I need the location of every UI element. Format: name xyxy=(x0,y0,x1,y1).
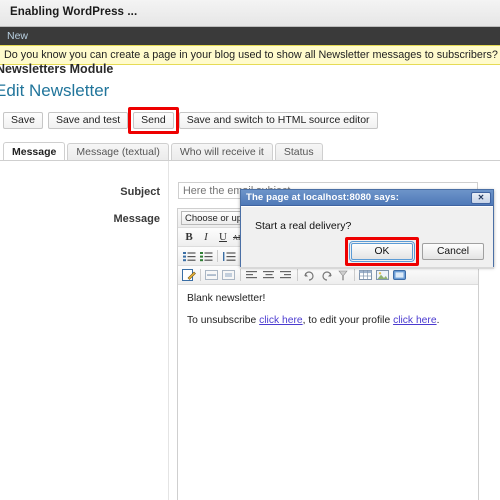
edit-html-icon[interactable] xyxy=(181,268,197,283)
browser-title: Enabling WordPress ... xyxy=(10,6,138,18)
dialog-titlebar: The page at localhost:8080 says: ✕ xyxy=(241,190,493,206)
dialog-title: The page at localhost:8080 says: xyxy=(246,192,400,203)
align-center-icon[interactable] xyxy=(261,268,277,283)
dialog-button-row: OK Cancel xyxy=(345,237,484,266)
subject-label: Subject xyxy=(120,186,160,198)
ok-button[interactable]: OK xyxy=(349,241,415,262)
send-button-wrapper: Send xyxy=(128,107,179,134)
ok-button-wrapper: OK xyxy=(345,237,419,266)
unsubscribe-text-prefix: To unsubscribe xyxy=(187,314,260,326)
dialog-body: Start a real delivery? OK Cancel xyxy=(241,206,493,267)
bulleted-list-icon[interactable] xyxy=(181,249,197,264)
insert-page-break-icon[interactable] xyxy=(221,268,237,283)
unsubscribe-link[interactable]: click here xyxy=(259,315,303,326)
bold-icon[interactable]: B xyxy=(181,230,197,245)
profile-text-mid: , to edit your profile xyxy=(302,314,394,326)
page-title: Edit Newsletter xyxy=(0,81,110,100)
tab-underline xyxy=(0,160,500,161)
form-column-divider xyxy=(168,161,169,500)
dialog-shadow-strip xyxy=(240,267,494,269)
insert-image-icon[interactable] xyxy=(375,268,391,283)
editor-paragraph-2: To unsubscribe click here, to edit your … xyxy=(187,314,469,329)
close-icon[interactable]: ✕ xyxy=(471,191,491,204)
confirm-dialog: The page at localhost:8080 says: ✕ Start… xyxy=(240,189,494,267)
cancel-button[interactable]: Cancel xyxy=(422,243,484,260)
send-button[interactable]: Send xyxy=(133,112,174,129)
undo-icon[interactable] xyxy=(301,268,317,283)
editor-paragraph-1: Blank newsletter! xyxy=(187,293,266,304)
insert-media-icon[interactable] xyxy=(392,268,408,283)
save-and-test-button[interactable]: Save and test xyxy=(47,112,129,129)
tab-strip: Message Message (textual) Who will recei… xyxy=(3,142,325,161)
save-and-switch-to-html-button[interactable]: Save and switch to HTML source editor xyxy=(178,112,378,129)
align-right-icon[interactable] xyxy=(278,268,294,283)
toolbar-separator xyxy=(200,269,201,281)
toolbar-separator xyxy=(354,269,355,281)
save-button[interactable]: Save xyxy=(3,112,43,129)
toolbar-separator xyxy=(240,269,241,281)
align-left-icon[interactable] xyxy=(244,268,260,283)
toolbar-separator xyxy=(297,269,298,281)
remove-format-icon[interactable] xyxy=(335,268,351,283)
notice-text-body: Do you know you can create a page in you… xyxy=(4,49,500,61)
edit-profile-link[interactable]: click here xyxy=(393,315,437,326)
tab-message[interactable]: Message xyxy=(3,142,66,161)
editor-content-area[interactable]: Blank newsletter! To unsubscribe click h… xyxy=(178,285,478,500)
line2-period: . xyxy=(436,314,440,326)
toolbar-separator xyxy=(217,250,218,262)
module-title: Newsletters Module xyxy=(0,62,114,76)
insert-table-icon[interactable] xyxy=(358,268,374,283)
underline-icon[interactable]: U xyxy=(215,230,231,245)
action-button-row: Save Save and test Send Save and switch … xyxy=(3,107,378,134)
redo-icon[interactable] xyxy=(318,268,334,283)
insert-more-icon[interactable] xyxy=(204,268,220,283)
numbered-list-icon[interactable] xyxy=(198,249,214,264)
italic-icon[interactable]: I xyxy=(198,230,214,245)
dialog-message: Start a real delivery? xyxy=(255,220,352,232)
message-label: Message xyxy=(113,213,160,225)
wp-admin-bar: New xyxy=(0,27,500,45)
tab-who-will-receive-it[interactable]: Who will receive it xyxy=(170,143,273,161)
admin-bar-new-link[interactable]: New xyxy=(7,30,28,42)
browser-titlebar: Enabling WordPress ... xyxy=(0,0,500,27)
blockquote-icon[interactable] xyxy=(221,249,237,264)
screen-root: Enabling WordPress ... New Do you know y… xyxy=(0,0,500,500)
tab-status[interactable]: Status xyxy=(274,143,323,161)
tab-message-textual[interactable]: Message (textual) xyxy=(67,143,169,161)
notice-text: Do you know you can create a page in you… xyxy=(4,49,500,61)
